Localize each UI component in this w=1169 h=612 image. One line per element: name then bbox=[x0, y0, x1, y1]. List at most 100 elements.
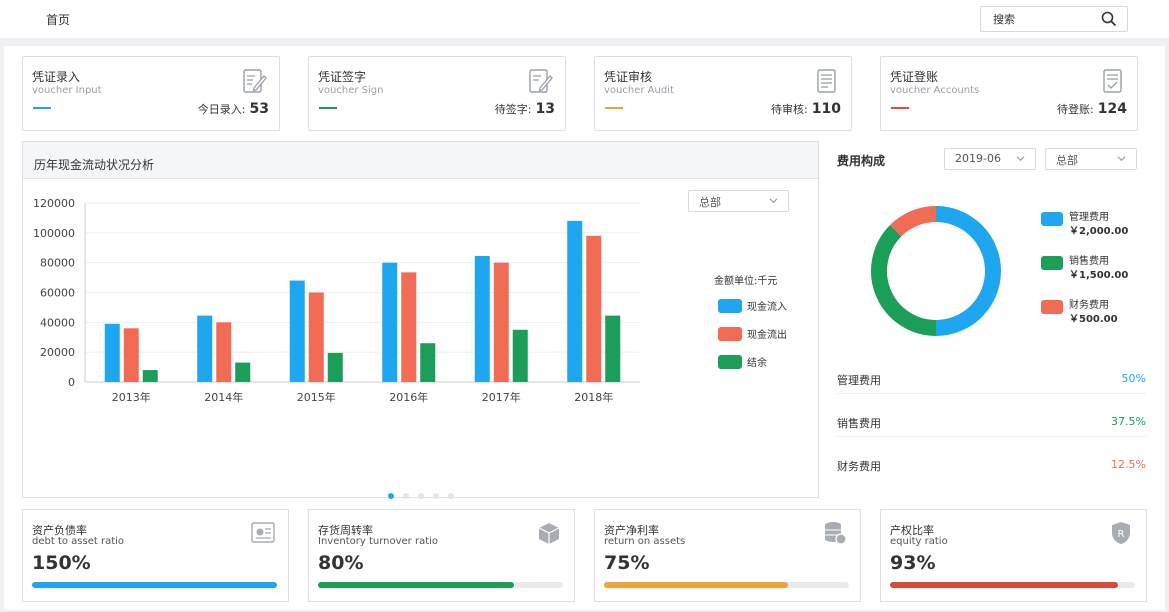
legend-swatch bbox=[718, 355, 742, 369]
y-tick-label: 40000 bbox=[40, 316, 75, 329]
donut-slice bbox=[935, 206, 1001, 336]
y-tick-label: 120000 bbox=[33, 197, 75, 210]
donut-slice bbox=[890, 206, 937, 237]
cashflow-panel: 历年现金流动状况分析 总部 120000 100000 80000 60000 4000… bbox=[22, 141, 819, 499]
x-tick-label: 2013年 bbox=[112, 390, 151, 404]
bar-inflow bbox=[289, 280, 305, 382]
legend-amount: ￥500.00 bbox=[1069, 314, 1118, 325]
y-tick-label: 0 bbox=[68, 376, 75, 389]
cost-dept-select[interactable]: 总部 bbox=[1045, 148, 1137, 170]
legend-label: 现金流出 bbox=[747, 328, 787, 341]
card-title: 凭证签字 bbox=[318, 70, 367, 84]
count-value: 53 bbox=[249, 101, 269, 117]
accent-bar bbox=[33, 107, 51, 109]
card-count: 今日录入: 53 bbox=[198, 101, 269, 117]
bar-inflow bbox=[197, 315, 213, 382]
bar-outflow bbox=[586, 235, 602, 382]
cost-row: 管理费用 50% bbox=[837, 364, 1146, 394]
search-box bbox=[980, 6, 1128, 32]
box-icon bbox=[538, 523, 560, 544]
card-subtitle: voucher Accounts bbox=[890, 85, 980, 96]
cashflow-bar-chart: 120000 100000 80000 60000 40000 20000 0 2013年 20… bbox=[33, 197, 787, 404]
progress-track bbox=[318, 582, 563, 588]
legend-name: 销售费用 bbox=[1069, 256, 1109, 267]
card-value: 150% bbox=[32, 552, 91, 574]
card-value: 93% bbox=[890, 552, 936, 574]
search-input[interactable] bbox=[993, 7, 1103, 31]
count-label: 待审核: bbox=[771, 103, 808, 116]
inventory-turnover-card[interactable]: 存货周转率 Inventory turnover ratio 80% bbox=[308, 509, 575, 602]
select-value: 总部 bbox=[1056, 154, 1078, 167]
card-count: 待签字: 13 bbox=[495, 101, 555, 117]
cost-title: 费用构成 bbox=[837, 154, 886, 168]
card-subtitle: equity ratio bbox=[890, 536, 948, 547]
equity-ratio-card[interactable]: 产权比率 equity ratio 93% R bbox=[880, 509, 1147, 602]
bar-inflow bbox=[474, 255, 490, 382]
count-value: 110 bbox=[811, 101, 841, 117]
return-on-assets-card[interactable]: 资产净利率 return on assets 75% bbox=[594, 509, 861, 602]
x-tick-label: 2016年 bbox=[389, 390, 428, 404]
donut-slice bbox=[871, 225, 937, 336]
debt-ratio-card[interactable]: 资产负债率 debt to asset ratio 150% bbox=[22, 509, 289, 602]
voucher-input-card[interactable]: 凭证录入 voucher Input 今日录入: 53 bbox=[22, 56, 280, 131]
bar-balance bbox=[420, 343, 436, 382]
bar-outflow bbox=[401, 272, 417, 382]
bar-outflow bbox=[308, 292, 324, 382]
y-tick-label: 20000 bbox=[40, 346, 75, 359]
accent-bar bbox=[605, 107, 623, 109]
carousel-dot[interactable] bbox=[418, 493, 424, 499]
carousel-dots bbox=[388, 484, 463, 503]
bar-outflow bbox=[493, 262, 509, 382]
shield-icon: R bbox=[1112, 522, 1130, 544]
card-title: 凭证录入 bbox=[32, 70, 81, 84]
carousel-dot-active[interactable] bbox=[388, 493, 394, 499]
voucher-audit-card[interactable]: 凭证审核 voucher Audit 待审核: 110 bbox=[594, 56, 852, 131]
progress-fill bbox=[890, 582, 1118, 588]
certificate-icon bbox=[251, 522, 275, 543]
cost-row-percent: 37.5% bbox=[1111, 415, 1146, 428]
count-value: 124 bbox=[1097, 101, 1127, 117]
legend-amount: ￥1,500.00 bbox=[1069, 270, 1129, 281]
bar-inflow bbox=[104, 323, 120, 382]
home-link[interactable]: 首页 bbox=[46, 11, 70, 28]
count-label: 待登账: bbox=[1057, 103, 1094, 116]
month-select[interactable]: 2019-06 bbox=[944, 148, 1036, 170]
unit-label: 金额单位:千元 bbox=[714, 274, 777, 287]
search-icon[interactable] bbox=[1101, 11, 1117, 27]
x-tick-label: 2017年 bbox=[482, 390, 521, 404]
legend-swatch bbox=[718, 299, 742, 313]
carousel-dot[interactable] bbox=[403, 493, 409, 499]
x-tick-label: 2015年 bbox=[297, 390, 336, 404]
x-tick-label: 2014年 bbox=[204, 390, 243, 404]
card-subtitle: voucher Audit bbox=[604, 85, 674, 96]
y-tick-label: 100000 bbox=[33, 227, 75, 240]
carousel-dot[interactable] bbox=[433, 493, 439, 499]
chevron-down-icon bbox=[1117, 156, 1126, 162]
cost-donut-chart bbox=[871, 206, 1001, 336]
legend-label: 现金流入 bbox=[747, 300, 787, 313]
select-value: 2019-06 bbox=[955, 152, 1001, 165]
voucher-sign-card[interactable]: 凭证签字 voucher Sign 待签字: 13 bbox=[308, 56, 566, 131]
bar-inflow bbox=[382, 262, 398, 382]
progress-track bbox=[890, 582, 1135, 588]
card-title: 凭证审核 bbox=[604, 70, 653, 84]
progress-fill bbox=[604, 582, 788, 588]
cost-row: 销售费用 37.5% bbox=[837, 407, 1146, 437]
svg-text:R: R bbox=[1118, 529, 1125, 540]
legend-swatch bbox=[718, 327, 742, 341]
cost-row-percent: 50% bbox=[1121, 372, 1146, 385]
accent-bar bbox=[319, 107, 337, 109]
legend-swatch bbox=[1041, 300, 1063, 314]
card-subtitle: voucher Sign bbox=[318, 85, 384, 96]
voucher-accounts-card[interactable]: 凭证登账 voucher Accounts 待登账: 124 bbox=[880, 56, 1138, 131]
coins-icon bbox=[825, 522, 847, 545]
carousel-dot[interactable] bbox=[448, 493, 454, 499]
legend-swatch bbox=[1041, 212, 1063, 226]
audit-document-icon bbox=[817, 69, 836, 93]
accent-bar bbox=[891, 107, 909, 109]
card-value: 80% bbox=[318, 552, 364, 574]
cost-row-label: 销售费用 bbox=[837, 417, 881, 430]
cost-row-label: 管理费用 bbox=[837, 374, 881, 387]
edit-document-icon bbox=[243, 69, 267, 93]
bar-outflow bbox=[123, 328, 139, 382]
